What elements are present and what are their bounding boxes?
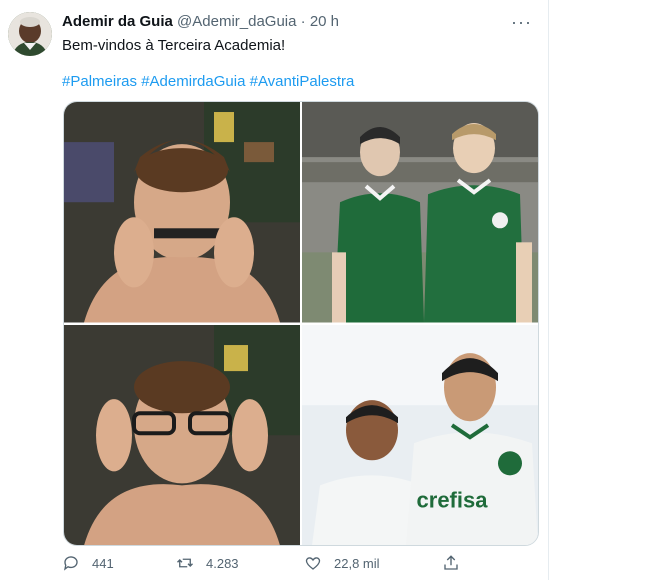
reply-count: 441 <box>92 555 114 571</box>
tweet-header: Ademir da Guia @Ademir_daGuia · 20 h <box>62 13 530 33</box>
share-button[interactable] <box>442 554 472 572</box>
like-button[interactable]: 22,8 mil <box>304 554 380 572</box>
hashtag-ademirdaguia[interactable]: #AdemirdaGuia <box>141 73 245 90</box>
heart-icon <box>304 554 322 572</box>
media-image-4[interactable]: crefisa <box>302 324 538 545</box>
tweet-time[interactable]: 20 h <box>310 13 339 30</box>
separator-dot: · <box>300 13 306 30</box>
crefisa-jersey-text: crefisa <box>417 487 489 512</box>
media-image-1[interactable] <box>64 102 300 323</box>
share-icon <box>442 554 460 572</box>
media-image-2[interactable] <box>302 102 538 323</box>
author-handle[interactable]: @Ademir_daGuia <box>177 13 296 30</box>
like-count: 22,8 mil <box>334 555 380 571</box>
reply-button[interactable]: 441 <box>62 554 114 572</box>
hashtag-avantipalestra[interactable]: #AvantiPalestra <box>250 73 355 90</box>
tweet-card: Ademir da Guia @Ademir_daGuia · 20 h ···… <box>0 0 549 580</box>
avatar[interactable] <box>8 12 52 56</box>
hashtag-palmeiras[interactable]: #Palmeiras <box>62 73 137 90</box>
retweet-count: 4.283 <box>206 555 239 571</box>
avatar-image <box>8 12 52 56</box>
media-image-3[interactable] <box>64 324 300 545</box>
author-name[interactable]: Ademir da Guia <box>62 13 173 30</box>
retweet-icon <box>176 554 194 572</box>
retweet-button[interactable]: 4.283 <box>176 554 239 572</box>
tweet-text: Bem-vindos à Terceira Academia! <box>62 37 286 54</box>
hashtags: #Palmeiras #AdemirdaGuia #AvantiPalestra <box>62 73 354 90</box>
more-options-icon[interactable]: ··· <box>511 12 532 33</box>
tweet-actions: 441 4.283 22,8 mil <box>62 554 482 574</box>
media-grid: crefisa <box>63 101 539 546</box>
reply-icon <box>62 554 80 572</box>
